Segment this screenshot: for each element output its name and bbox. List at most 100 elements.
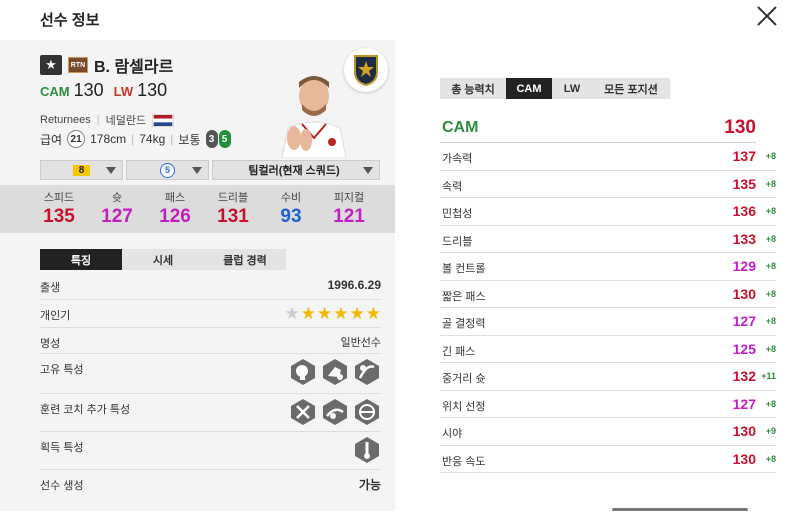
attribute-name: 속력 [442, 180, 463, 193]
trait-finesse-icon[interactable] [321, 398, 349, 426]
attribute-value: 127 [732, 395, 756, 412]
info-label: 훈련 코치 추가 특성 [40, 404, 131, 416]
trait-target-icon[interactable] [353, 398, 381, 426]
tab-all-positions[interactable]: 모든 포지션 [592, 78, 670, 99]
info-value: 가능 [358, 478, 381, 492]
attribute-row: 중거리 슛 132 +11 [440, 363, 776, 391]
star-icon: ★ [317, 304, 333, 323]
tab-overall[interactable]: 총 능력치 [440, 78, 506, 99]
acquired-trait-icons [353, 436, 381, 464]
tab-traits[interactable]: 특징 [40, 249, 122, 270]
player-photo [272, 68, 352, 158]
unique-trait-icons [289, 358, 381, 386]
divider: | [170, 132, 174, 146]
attribute-name: 민첩성 [442, 208, 473, 220]
attribute-bonus: +8 [765, 206, 776, 216]
attribute-name: 짧은 패스 [442, 290, 486, 303]
attribute-bonus: +8 [765, 316, 776, 326]
position-ratings: CAM 130 LW 130 [40, 80, 167, 101]
star-icon: ★ [284, 304, 300, 323]
attribute-row: 드리블 133 +8 [440, 226, 776, 253]
attribute-bonus: +8 [765, 233, 776, 244]
summary-stat-label: 스피드 [43, 192, 75, 204]
attribute-row: 시야 130 +9 [440, 418, 776, 446]
trait-boot-icon[interactable] [321, 358, 349, 386]
salary-badge: 21 [67, 130, 86, 148]
info-row-coach-traits: 훈련 코치 추가 특성 [40, 394, 381, 432]
attribute-row: 위치 선정 127 +8 [440, 391, 776, 418]
attribute-row: 속력 135 +8 [440, 171, 776, 198]
position-tabs: 총 능력치 CAM LW 모든 포지션 [440, 78, 670, 99]
popularity-stars: ★ ★ ★ ★ ★ ★ [285, 304, 382, 324]
attribute-value: 130 [732, 285, 756, 302]
attribute-row: 가속력 137 +8 [440, 143, 776, 171]
attribute-row: 긴 패스 125 +8 [440, 336, 776, 363]
adaptability-select[interactable]: 5 [126, 160, 209, 180]
trait-kick-icon[interactable] [289, 398, 317, 426]
trait-head-icon[interactable] [289, 358, 317, 386]
attribute-row: 골 결정력 127 +8 [440, 308, 776, 336]
summary-stat-label: 드리블 [217, 192, 249, 204]
info-label: 선수 생성 [40, 480, 84, 492]
attribute-value: 133 [732, 230, 756, 247]
star-icon: ★ [300, 304, 316, 323]
position-ovr: 130 [137, 80, 168, 100]
info-label: 출생 [40, 282, 61, 294]
summary-stat-label: 패스 [164, 192, 186, 204]
summary-stat-label: 수비 [280, 192, 302, 204]
attribute-bonus: +11 [761, 371, 776, 381]
tab-lw[interactable]: LW [552, 78, 592, 99]
attribute-row: 반응 속도 130 +8 [440, 446, 776, 473]
attribute-row: 짧은 패스 130 +8 [440, 281, 776, 308]
tab-club-history[interactable]: 클럽 경력 [204, 249, 286, 270]
team-color-select[interactable]: 팀컬러(현재 스쿼드) [212, 160, 380, 180]
info-value: 일반선수 [340, 337, 381, 349]
info-value: 1996.6.29 [327, 278, 381, 292]
info-row-unique-traits: 고유 특성 [40, 354, 381, 394]
attribute-bonus: +8 [765, 343, 776, 354]
info-label: 고유 특성 [40, 364, 84, 376]
team-color-value: 팀컬러(현재 스쿼드) [248, 165, 340, 177]
page-title: 선수 정보 [40, 12, 100, 29]
attribute-row: 볼 컨트롤 129 +8 [440, 253, 776, 281]
attribute-name: 위치 선정 [442, 400, 486, 413]
coach-trait-icons [289, 398, 381, 426]
player-name-row: ★ RTN B. 람셀라르 [40, 53, 173, 77]
star-icon: ★ [349, 304, 365, 323]
card-selectors: 8 5 팀컬러(현재 스쿼드) [40, 160, 380, 180]
attribute-row: 민첩성 136 +8 [440, 198, 776, 226]
info-label: 획득 특성 [40, 442, 84, 454]
player-meta: Returnees | 네덜란드 [40, 112, 175, 128]
salary-label: 급여 [40, 132, 63, 147]
attribute-name: 가속력 [442, 153, 473, 165]
body-type: 보통 [178, 132, 201, 147]
summary-stat: 스피드 135 [30, 185, 88, 233]
summary-stat-value: 121 [333, 206, 365, 227]
info-row-creation: 선수 생성 가능 [40, 470, 381, 496]
attribute-value: 125 [732, 340, 756, 357]
position-summary: CAM 130 [440, 115, 756, 143]
trait-key-icon[interactable] [353, 436, 381, 464]
summary-stat: 패스 126 [146, 185, 204, 233]
attribute-bonus: +9 [765, 426, 776, 436]
season-badge: RTN [68, 57, 88, 73]
trait-dribble-icon[interactable] [353, 358, 381, 386]
attribute-bonus: +8 [765, 398, 776, 409]
favorite-star-icon[interactable]: ★ [40, 55, 62, 75]
star-icon: ★ [365, 304, 381, 323]
tab-cam[interactable]: CAM [506, 78, 552, 99]
close-icon[interactable] [755, 4, 779, 28]
attribute-name: 긴 패스 [442, 345, 476, 358]
upgrade-level-select[interactable]: 8 [40, 160, 123, 180]
divider: | [131, 132, 135, 146]
weak-foot-right: 5 [218, 130, 231, 148]
attribute-value: 136 [732, 203, 756, 219]
attribute-value: 137 [732, 148, 756, 164]
netherlands-flag-icon [152, 113, 175, 127]
chevron-down-icon [192, 166, 202, 174]
summary-stat-value: 93 [280, 206, 302, 227]
divider: | [96, 114, 100, 126]
position-tag: LW [113, 84, 134, 99]
tab-market-price[interactable]: 시세 [122, 249, 204, 270]
info-row-reputation: 명성 일반선수 [40, 328, 381, 354]
